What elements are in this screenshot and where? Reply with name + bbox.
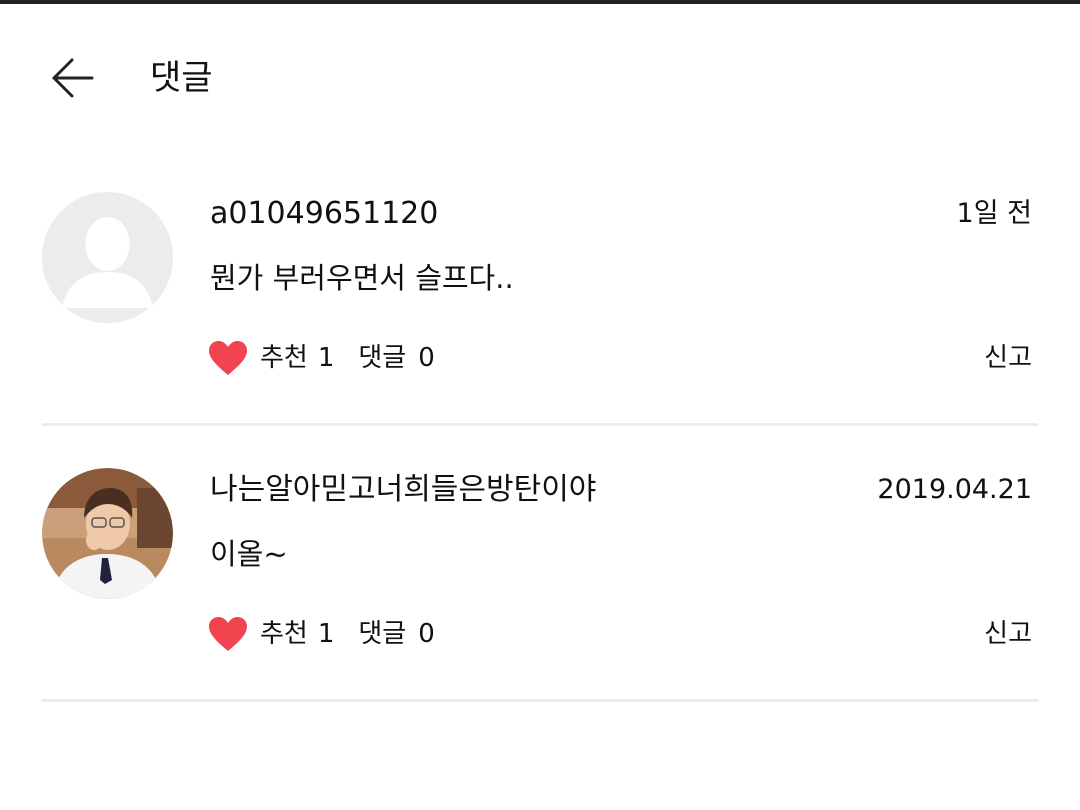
- heart-icon[interactable]: [208, 338, 248, 378]
- comment-text: 이올~: [210, 537, 288, 571]
- reply-count: 0: [418, 343, 435, 373]
- default-user-icon: [42, 192, 173, 323]
- back-button[interactable]: [44, 50, 100, 106]
- like-count: 1: [317, 343, 335, 373]
- report-button[interactable]: 신고: [984, 614, 1032, 654]
- like-count: 1: [317, 619, 335, 649]
- comment-actions: 추천 1 댓글 0: [208, 338, 435, 378]
- comment-timestamp: 2019.04.21: [877, 474, 1032, 505]
- comment-username[interactable]: a01049651120: [210, 194, 438, 234]
- avatar[interactable]: [42, 192, 173, 323]
- report-button[interactable]: 신고: [984, 338, 1032, 378]
- comment-actions: 추천 1 댓글 0: [208, 614, 435, 654]
- page-title: 댓글: [150, 58, 213, 98]
- header: 댓글: [0, 4, 1080, 144]
- user-photo-icon: [42, 468, 173, 599]
- comment-text: 뭔가 부러우면서 슬프다..: [210, 261, 514, 295]
- reply-label[interactable]: 댓글: [358, 614, 406, 654]
- heart-icon[interactable]: [208, 614, 248, 654]
- like-label[interactable]: 추천: [260, 614, 308, 654]
- comment-username[interactable]: 나는알아믿고너희들은방탄이야: [210, 470, 596, 510]
- avatar[interactable]: [42, 468, 173, 599]
- divider: [42, 699, 1038, 702]
- like-label[interactable]: 추천: [260, 338, 308, 378]
- reply-count: 0: [418, 619, 435, 649]
- divider: [42, 423, 1038, 426]
- reply-label[interactable]: 댓글: [358, 338, 406, 378]
- comment-timestamp: 1일 전: [956, 198, 1032, 229]
- arrow-left-icon: [52, 58, 94, 98]
